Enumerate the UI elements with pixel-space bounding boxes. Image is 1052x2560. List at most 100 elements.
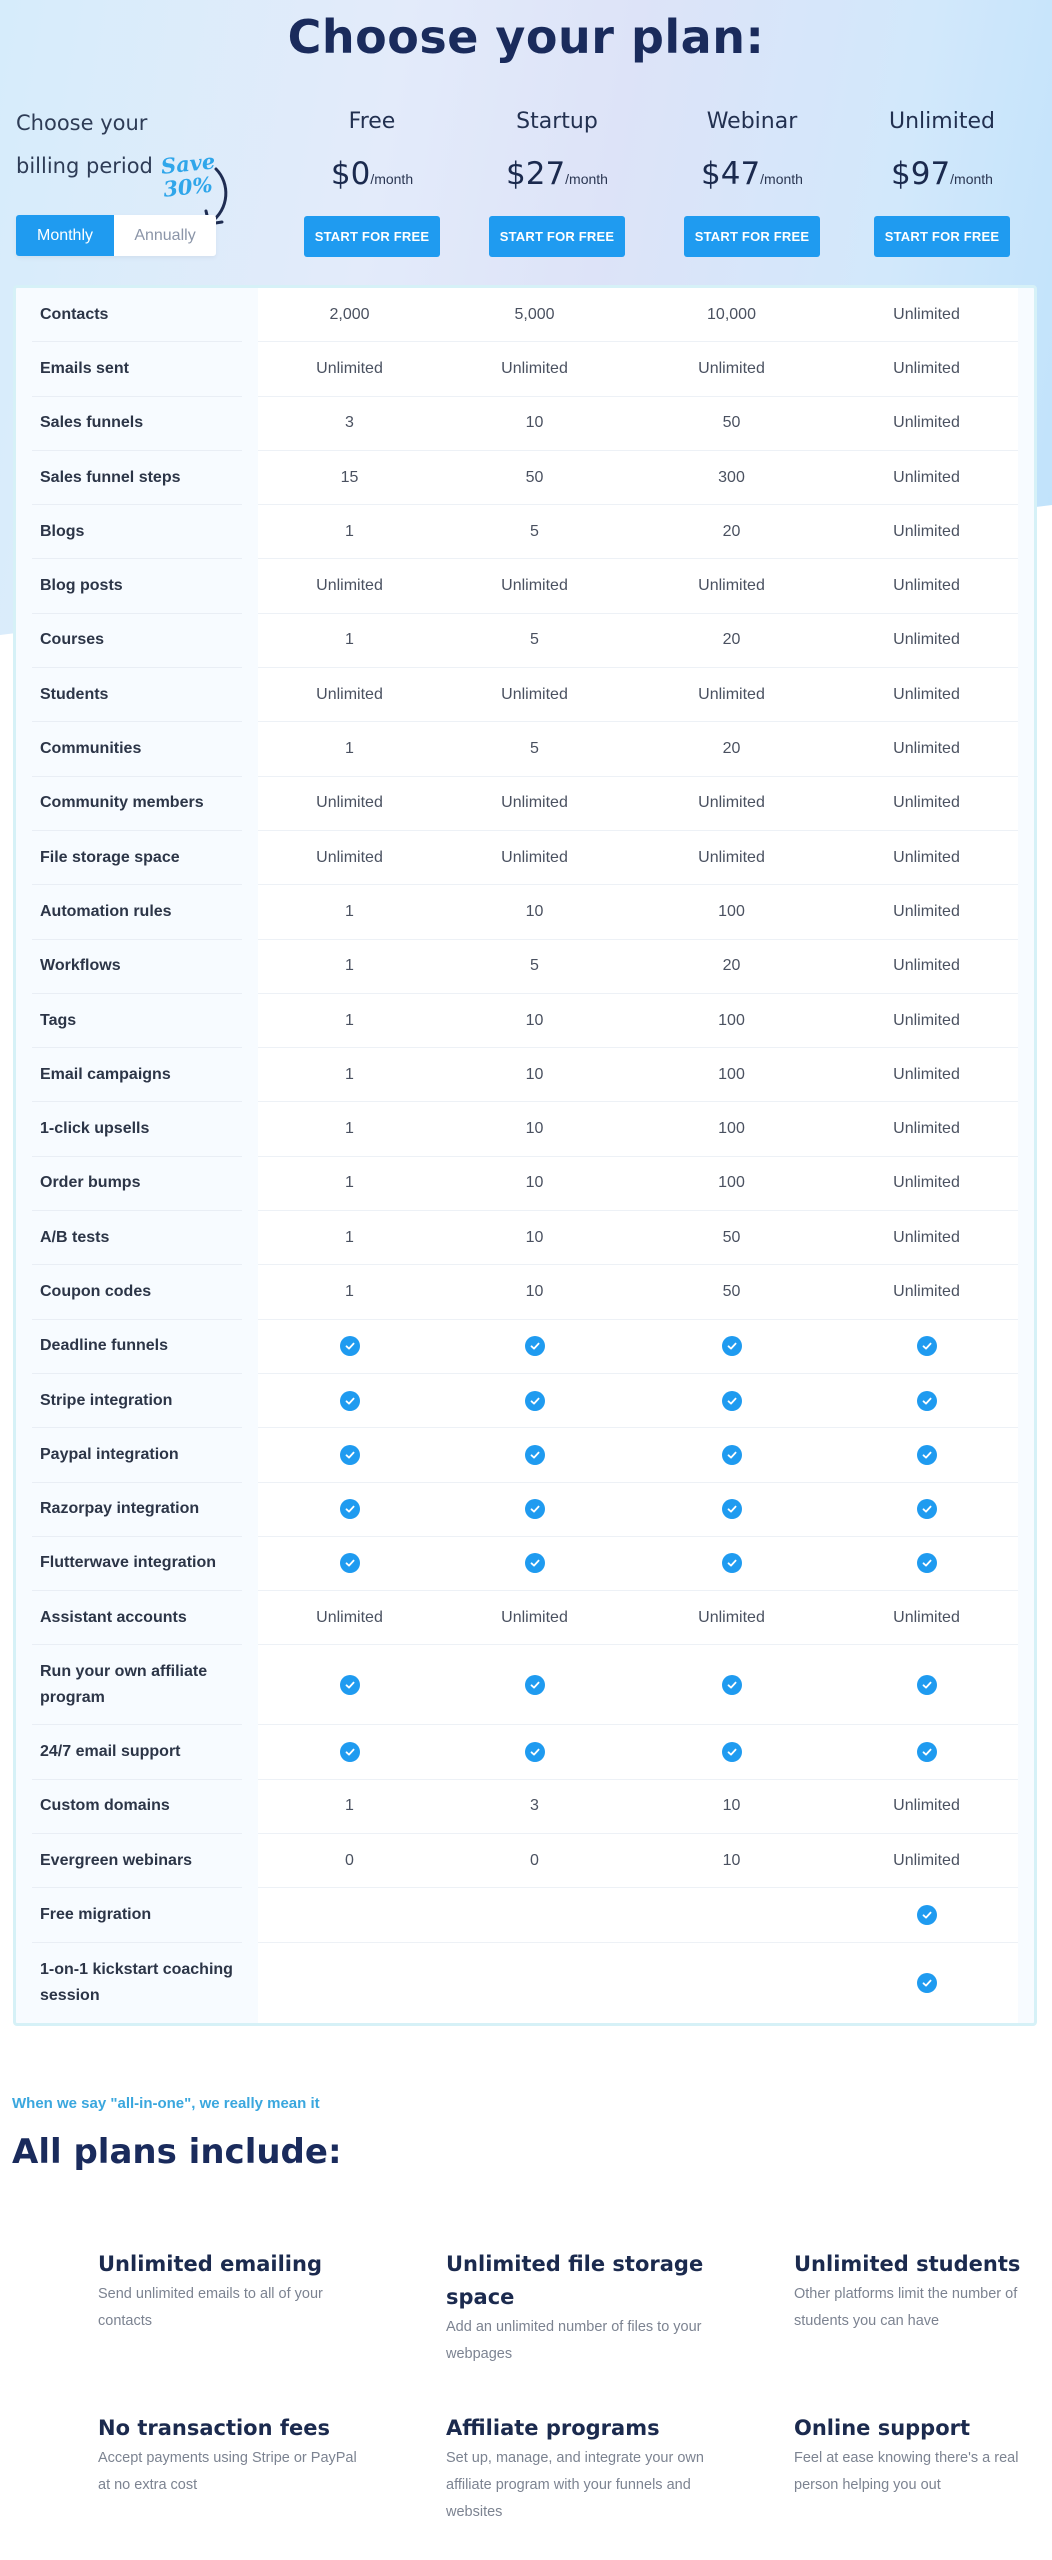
value-cell: Unlimited <box>893 740 960 758</box>
feature-label: Coupon codes <box>32 1265 242 1320</box>
start-for-free-button[interactable]: START FOR FREE <box>874 216 1010 257</box>
plan-values: Unlimited Unlimited Unlimited Unlimited <box>258 342 1018 397</box>
price-amount: $97 <box>891 156 951 192</box>
value-cell <box>441 1888 628 1941</box>
included-cell <box>628 1374 835 1427</box>
included-cell <box>835 1725 1018 1778</box>
plan-header-webinar: Webinar $47/month START FOR FREE <box>677 100 827 257</box>
start-for-free-button[interactable]: START FOR FREE <box>489 216 625 257</box>
feature-label: Sales funnels <box>32 397 242 451</box>
billing-monthly-option[interactable]: Monthly <box>16 215 114 256</box>
billing-annually-option[interactable]: Annually <box>114 215 216 256</box>
value-cell: Unlimited <box>893 577 960 595</box>
check-circle-icon <box>524 1499 545 1520</box>
value-cell: 1 <box>345 740 354 758</box>
value-cell: Unlimited <box>501 577 568 595</box>
table-row: Coupon codes 1 10 50 Unlimited <box>16 1265 1034 1320</box>
included-cell <box>835 1428 1018 1481</box>
value-cell: 100 <box>718 1011 745 1029</box>
feature-description: Other platforms limit the number of stud… <box>794 2286 1018 2329</box>
value-cell: Unlimited <box>698 685 765 703</box>
included-cell <box>441 1537 628 1590</box>
feature-label: Workflows <box>32 940 242 994</box>
plan-price: $97/month <box>867 154 1017 200</box>
value-cell: 100 <box>718 1065 745 1083</box>
feature-description: Accept payments using Stripe or PayPal a… <box>98 2450 357 2493</box>
value-cell: Unlimited <box>893 848 960 866</box>
check-circle-icon <box>916 1972 937 1993</box>
start-for-free-button[interactable]: START FOR FREE <box>684 216 820 257</box>
plan-values <box>258 1942 1018 2023</box>
feature-unlimited-file-storage: Unlimited file storage space Add an unli… <box>446 2248 794 2368</box>
table-row: Deadline funnels <box>16 1319 1034 1374</box>
plan-values: 1 3 10 Unlimited <box>258 1779 1018 1835</box>
check-circle-icon <box>721 1499 742 1520</box>
feature-label: Blog posts <box>32 559 242 614</box>
plan-values: Unlimited Unlimited Unlimited Unlimited <box>258 668 1018 723</box>
plan-values: 1 5 20 Unlimited <box>258 939 1018 994</box>
value-cell: 1 <box>345 902 354 920</box>
check-circle-icon <box>916 1904 937 1925</box>
plan-values: 1 5 20 Unlimited <box>258 613 1018 669</box>
included-cell <box>258 1537 441 1590</box>
plan-values: 0 0 10 Unlimited <box>258 1834 1018 1889</box>
check-circle-icon <box>339 1553 360 1574</box>
table-row: Custom domains 1 3 10 Unlimited <box>16 1779 1034 1835</box>
included-cell <box>835 1374 1018 1427</box>
feature-title: Online support <box>794 2416 971 2440</box>
check-circle-icon <box>721 1444 742 1465</box>
table-row: Assistant accounts Unlimited Unlimited Unli… <box>16 1591 1034 1646</box>
table-row: Workflows 1 5 20 Unlimited <box>16 939 1034 994</box>
check-circle-icon <box>524 1336 545 1357</box>
included-cell <box>628 1428 835 1481</box>
included-cell <box>835 1943 1018 2023</box>
value-cell: 1 <box>345 1174 354 1192</box>
plan-price: $47/month <box>677 154 827 200</box>
value-cell: Unlimited <box>893 1851 960 1869</box>
table-row: File storage space Unlimited Unlimited Unli… <box>16 830 1034 886</box>
price-period: /month <box>370 171 414 187</box>
feature-label: Community members <box>32 777 242 831</box>
feature-title: Unlimited file storage space <box>446 2252 704 2309</box>
value-cell: Unlimited <box>698 577 765 595</box>
price-period: /month <box>950 171 993 187</box>
price-period: /month <box>760 171 803 187</box>
value-cell: 20 <box>722 957 741 975</box>
table-row: Free migration <box>16 1888 1034 1943</box>
table-row: Community members Unlimited Unlimited Unlim… <box>16 776 1034 831</box>
comparison-rows: Contacts 2,000 5,000 10,000 Unlimited Emails … <box>16 288 1034 2023</box>
value-cell: 5 <box>530 631 539 649</box>
feature-title: Unlimited emailing <box>98 2252 322 2276</box>
value-cell: 50 <box>722 1228 741 1246</box>
feature-label: Deadline funnels <box>32 1320 242 1374</box>
feature-no-transaction-fees: No transaction fees Accept payments usin… <box>98 2412 446 2526</box>
feature-label: A/B tests <box>32 1211 242 1266</box>
included-cell <box>441 1428 628 1481</box>
value-cell: 1 <box>345 1011 354 1029</box>
value-cell: Unlimited <box>893 359 960 377</box>
value-cell: Unlimited <box>893 1174 960 1192</box>
table-row: Razorpay integration <box>16 1482 1034 1537</box>
value-cell: 5 <box>530 957 539 975</box>
value-cell: Unlimited <box>698 359 765 377</box>
table-row: Tags 1 10 100 Unlimited <box>16 993 1034 1049</box>
value-cell: Unlimited <box>698 1608 765 1626</box>
start-for-free-button[interactable]: START FOR FREE <box>304 216 440 257</box>
plan-header-startup: Startup $27/month START FOR FREE <box>482 100 632 257</box>
value-cell: 10,000 <box>707 305 756 323</box>
included-cell <box>628 1645 835 1724</box>
feature-unlimited-students: Unlimited students Other platforms limit… <box>794 2248 1052 2368</box>
value-cell: Unlimited <box>893 902 960 920</box>
price-amount: $27 <box>506 156 566 192</box>
value-cell: 1 <box>345 522 354 540</box>
value-cell: 10 <box>525 1120 544 1138</box>
table-row: Courses 1 5 20 Unlimited <box>16 613 1034 669</box>
table-row: Evergreen webinars 0 0 10 Unlimited <box>16 1834 1034 1889</box>
check-circle-icon <box>339 1390 360 1411</box>
value-cell: 50 <box>525 468 544 486</box>
value-cell: 10 <box>525 1228 544 1246</box>
table-row: Email campaigns 1 10 100 Unlimited <box>16 1048 1034 1103</box>
plan-values: Unlimited Unlimited Unlimited Unlimited <box>258 1591 1018 1646</box>
included-cell <box>258 1428 441 1481</box>
value-cell: Unlimited <box>893 957 960 975</box>
